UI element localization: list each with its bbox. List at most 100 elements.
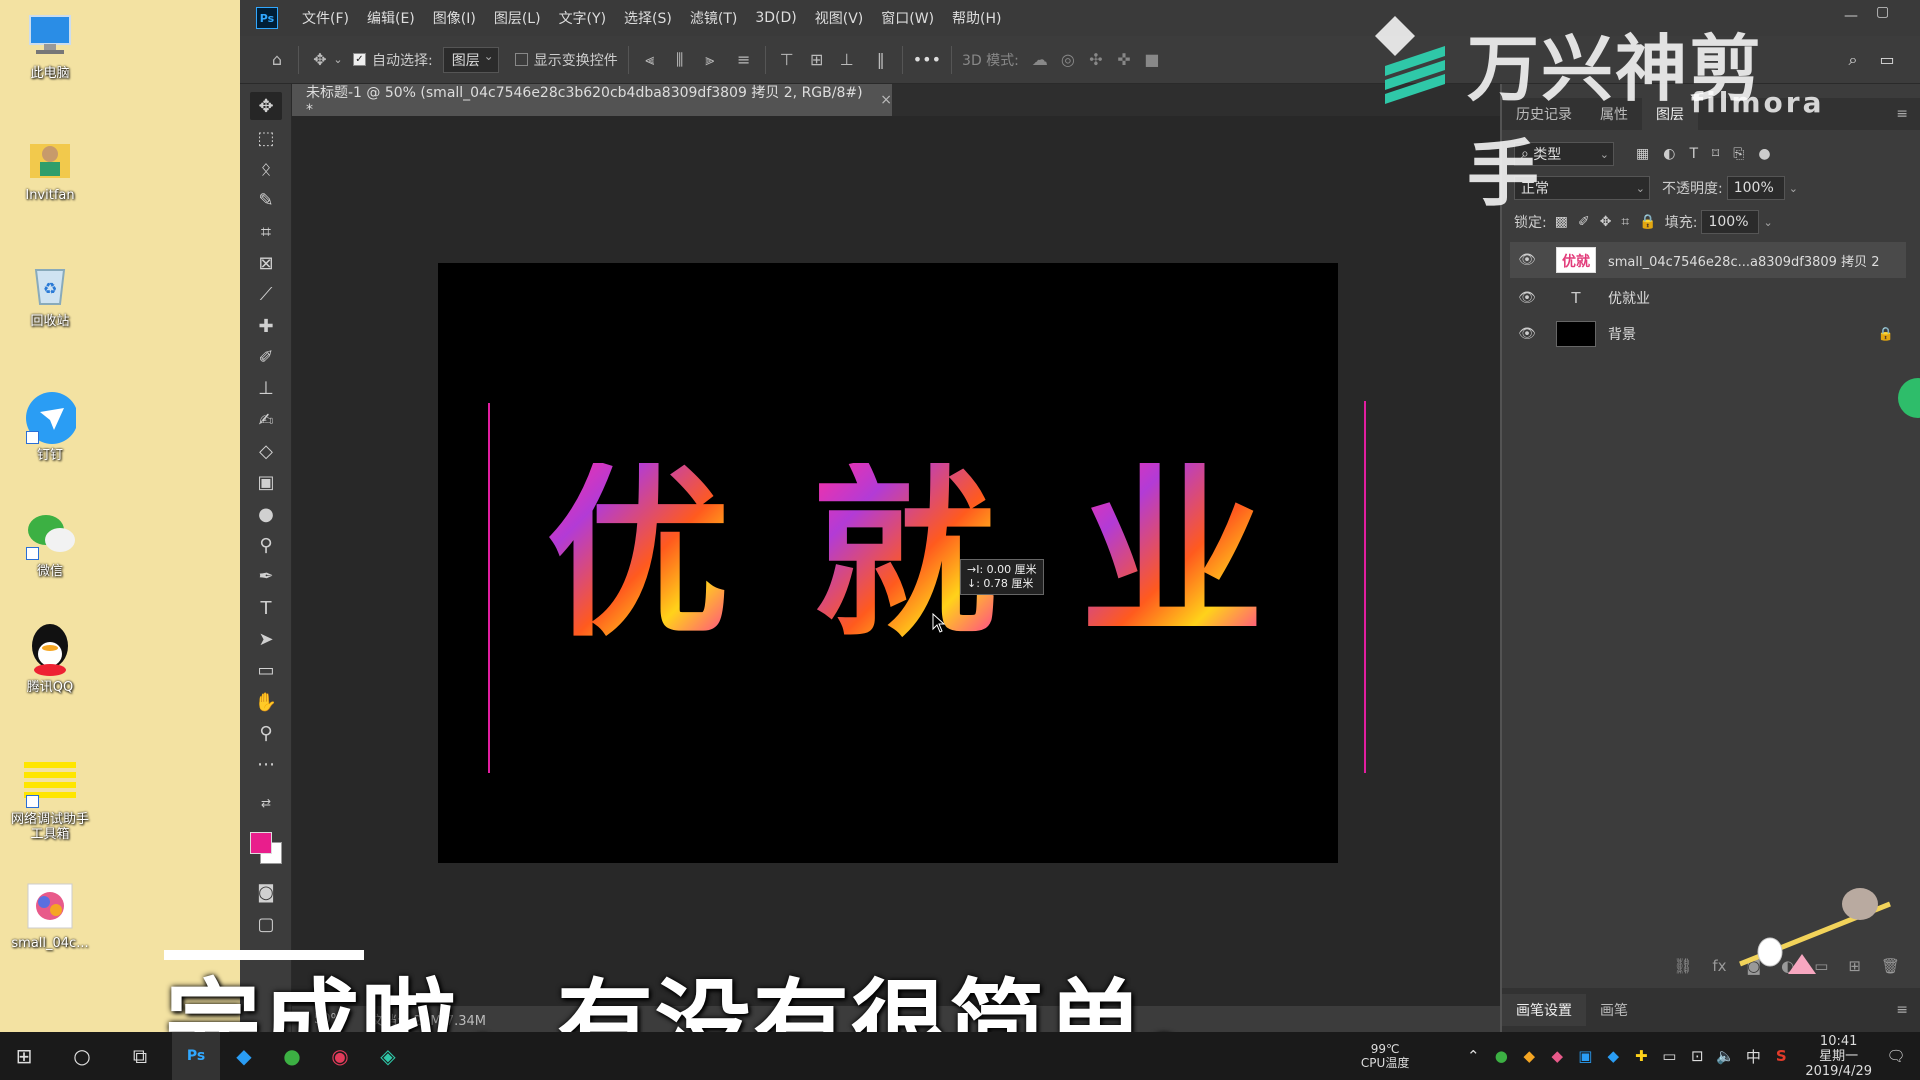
- document-tab[interactable]: 未标题-1 @ 50% (small_04c7546e28c3b620cb4db…: [292, 84, 892, 118]
- align-left-icon[interactable]: ⫷: [639, 49, 661, 71]
- brush-tool-icon[interactable]: ✐: [250, 343, 282, 371]
- frame-tool-icon[interactable]: ⊠: [250, 249, 282, 277]
- menu-file[interactable]: 文件(F): [302, 8, 349, 28]
- desktop-icon-toolbox[interactable]: 网络调试助手工具箱: [8, 756, 92, 842]
- more-options-button[interactable]: •••: [913, 50, 941, 69]
- 3d-scale-icon[interactable]: ■: [1141, 49, 1163, 71]
- desktop-icon-recycle-bin[interactable]: ♻ 回收站: [8, 258, 92, 329]
- wechat-taskbar-icon[interactable]: ●: [268, 1032, 316, 1080]
- align-middle-v-icon[interactable]: ⊞: [806, 49, 828, 71]
- photoshop-taskbar-icon[interactable]: Ps: [172, 1032, 220, 1080]
- minimize-icon[interactable]: —: [1844, 8, 1858, 24]
- rectangle-tool-icon[interactable]: ▭: [250, 656, 282, 684]
- eye-icon[interactable]: 👁: [1516, 252, 1538, 268]
- menu-edit[interactable]: 编辑(E): [367, 8, 415, 28]
- hand-tool-icon[interactable]: ✋: [250, 688, 282, 716]
- sogou-ime-icon[interactable]: S: [1767, 1047, 1795, 1065]
- 3d-slide-icon[interactable]: ✜: [1113, 49, 1135, 71]
- quick-select-tool-icon[interactable]: ✎: [250, 186, 282, 214]
- dingtalk-tray-icon[interactable]: ◆: [1599, 1047, 1627, 1065]
- volume-icon[interactable]: 🔈: [1711, 1047, 1739, 1065]
- foreground-color-swatch[interactable]: [250, 832, 272, 854]
- chevron-down-icon[interactable]: ⌄: [331, 49, 345, 71]
- network-tool-tray-icon[interactable]: ▣: [1571, 1047, 1599, 1065]
- notification-icon[interactable]: 🗨: [1882, 1047, 1910, 1065]
- marquee-tool-icon[interactable]: ⬚: [250, 124, 282, 152]
- swap-colors-icon[interactable]: ⇄: [250, 794, 282, 812]
- path-select-tool-icon[interactable]: ➤: [250, 625, 282, 653]
- app-tray-icon[interactable]: ◆: [1543, 1047, 1571, 1065]
- screen-mode-icon[interactable]: ▢: [250, 910, 282, 938]
- desktop-icon-image-file[interactable]: small_04c...: [8, 880, 92, 951]
- desktop-icon-dingtalk[interactable]: 钉钉: [8, 392, 92, 463]
- 3d-orbit-icon[interactable]: ☁: [1029, 49, 1051, 71]
- type-tool-icon[interactable]: T: [250, 594, 282, 622]
- align-top-icon[interactable]: ⊤: [776, 49, 798, 71]
- security-tray-icon[interactable]: ✚: [1627, 1047, 1655, 1065]
- crop-tool-icon[interactable]: ⌗: [250, 218, 282, 246]
- lasso-tool-icon[interactable]: ᛟ: [250, 155, 282, 183]
- distribute-h-icon[interactable]: ≡: [733, 49, 755, 71]
- windows-start-icon[interactable]: ⊞: [0, 1032, 48, 1080]
- guide-line-left[interactable]: [488, 403, 490, 773]
- edit-toolbar-icon[interactable]: ⋯: [250, 750, 282, 778]
- menu-help[interactable]: 帮助(H): [952, 8, 1001, 28]
- tab-brush-settings[interactable]: 画笔设置: [1502, 994, 1586, 1026]
- 3d-roll-icon[interactable]: ◎: [1057, 49, 1079, 71]
- history-brush-tool-icon[interactable]: ✍: [250, 406, 282, 434]
- show-transform-checkbox[interactable]: 显示变换控件: [514, 50, 618, 70]
- desktop-icon-user-folder[interactable]: Invitfan: [8, 132, 92, 203]
- quick-mask-icon[interactable]: ◙: [250, 878, 282, 906]
- eraser-tool-icon[interactable]: ◇: [250, 437, 282, 465]
- align-right-icon[interactable]: ⫸: [699, 49, 721, 71]
- task-view-icon[interactable]: ⧉: [116, 1032, 164, 1080]
- dingtalk-taskbar-icon[interactable]: ◆: [220, 1032, 268, 1080]
- move-tool-preset-icon[interactable]: ✥: [309, 49, 331, 71]
- link-layers-icon[interactable]: ⛓: [1673, 957, 1692, 975]
- distribute-v-icon[interactable]: ‖: [870, 49, 892, 71]
- auto-select-target-select[interactable]: 图层: [442, 46, 499, 73]
- menu-select[interactable]: 选择(S): [624, 8, 672, 28]
- auto-select-checkbox[interactable]: ✓ 自动选择:: [353, 50, 433, 70]
- desktop-icon-this-pc[interactable]: 此电脑: [8, 10, 92, 81]
- panel-menu-icon[interactable]: ≡: [1896, 106, 1908, 122]
- dodge-tool-icon[interactable]: ⚲: [250, 531, 282, 559]
- desktop-icon-wechat[interactable]: 微信: [8, 508, 92, 579]
- stamp-tool-icon[interactable]: ⊥: [250, 374, 282, 402]
- 3d-pan-icon[interactable]: ✣: [1085, 49, 1107, 71]
- wechat-tray-icon[interactable]: ●: [1487, 1047, 1515, 1065]
- chevron-up-icon[interactable]: ⌃: [1459, 1047, 1487, 1065]
- menu-window[interactable]: 窗口(W): [881, 8, 934, 28]
- layer-style-icon[interactable]: fx: [1712, 957, 1726, 975]
- menu-view[interactable]: 视图(V): [815, 8, 864, 28]
- menu-filter[interactable]: 滤镜(T): [690, 8, 737, 28]
- pen-tool-icon[interactable]: ✒: [250, 562, 282, 590]
- desktop-icon-qq[interactable]: 腾讯QQ: [8, 624, 92, 695]
- canvas-area[interactable]: 优 就 业 →I: 0.00 厘米 ↓: 0.78 厘米: [292, 116, 1500, 1006]
- search-icon[interactable]: ○: [58, 1032, 106, 1080]
- tab-brushes[interactable]: 画笔: [1586, 994, 1642, 1026]
- eye-icon[interactable]: 👁: [1516, 326, 1538, 342]
- zoom-tool-icon[interactable]: ⚲: [250, 719, 282, 747]
- eyedropper-tool-icon[interactable]: ⟋: [250, 280, 282, 308]
- layer-row[interactable]: 👁 T 优就业: [1510, 280, 1906, 316]
- move-tool-icon[interactable]: ✥: [250, 92, 282, 120]
- menu-type[interactable]: 文字(Y): [559, 8, 606, 28]
- healing-brush-tool-icon[interactable]: ✚: [250, 312, 282, 340]
- search-icon[interactable]: ⌕: [1842, 49, 1864, 71]
- blur-tool-icon[interactable]: ●: [250, 500, 282, 528]
- network-icon[interactable]: ⊡: [1683, 1047, 1711, 1065]
- guide-line-right[interactable]: [1364, 401, 1366, 773]
- gradient-tool-icon[interactable]: ▣: [250, 468, 282, 496]
- filmora-taskbar-icon[interactable]: ◈: [364, 1032, 412, 1080]
- panel-menu-icon[interactable]: ≡: [1896, 1002, 1908, 1018]
- artboard[interactable]: 优 就 业 →I: 0.00 厘米 ↓: 0.78 厘米: [438, 263, 1366, 863]
- ime-indicator[interactable]: 中: [1739, 1046, 1767, 1067]
- maximize-icon[interactable]: ▢: [1876, 4, 1889, 20]
- recorder-taskbar-icon[interactable]: ◉: [316, 1032, 364, 1080]
- menu-layer[interactable]: 图层(L): [494, 8, 541, 28]
- eye-icon[interactable]: 👁: [1516, 290, 1538, 306]
- menu-3d[interactable]: 3D(D): [755, 10, 796, 26]
- qq-tray-icon[interactable]: ◆: [1515, 1047, 1543, 1065]
- close-icon[interactable]: ×: [880, 92, 892, 108]
